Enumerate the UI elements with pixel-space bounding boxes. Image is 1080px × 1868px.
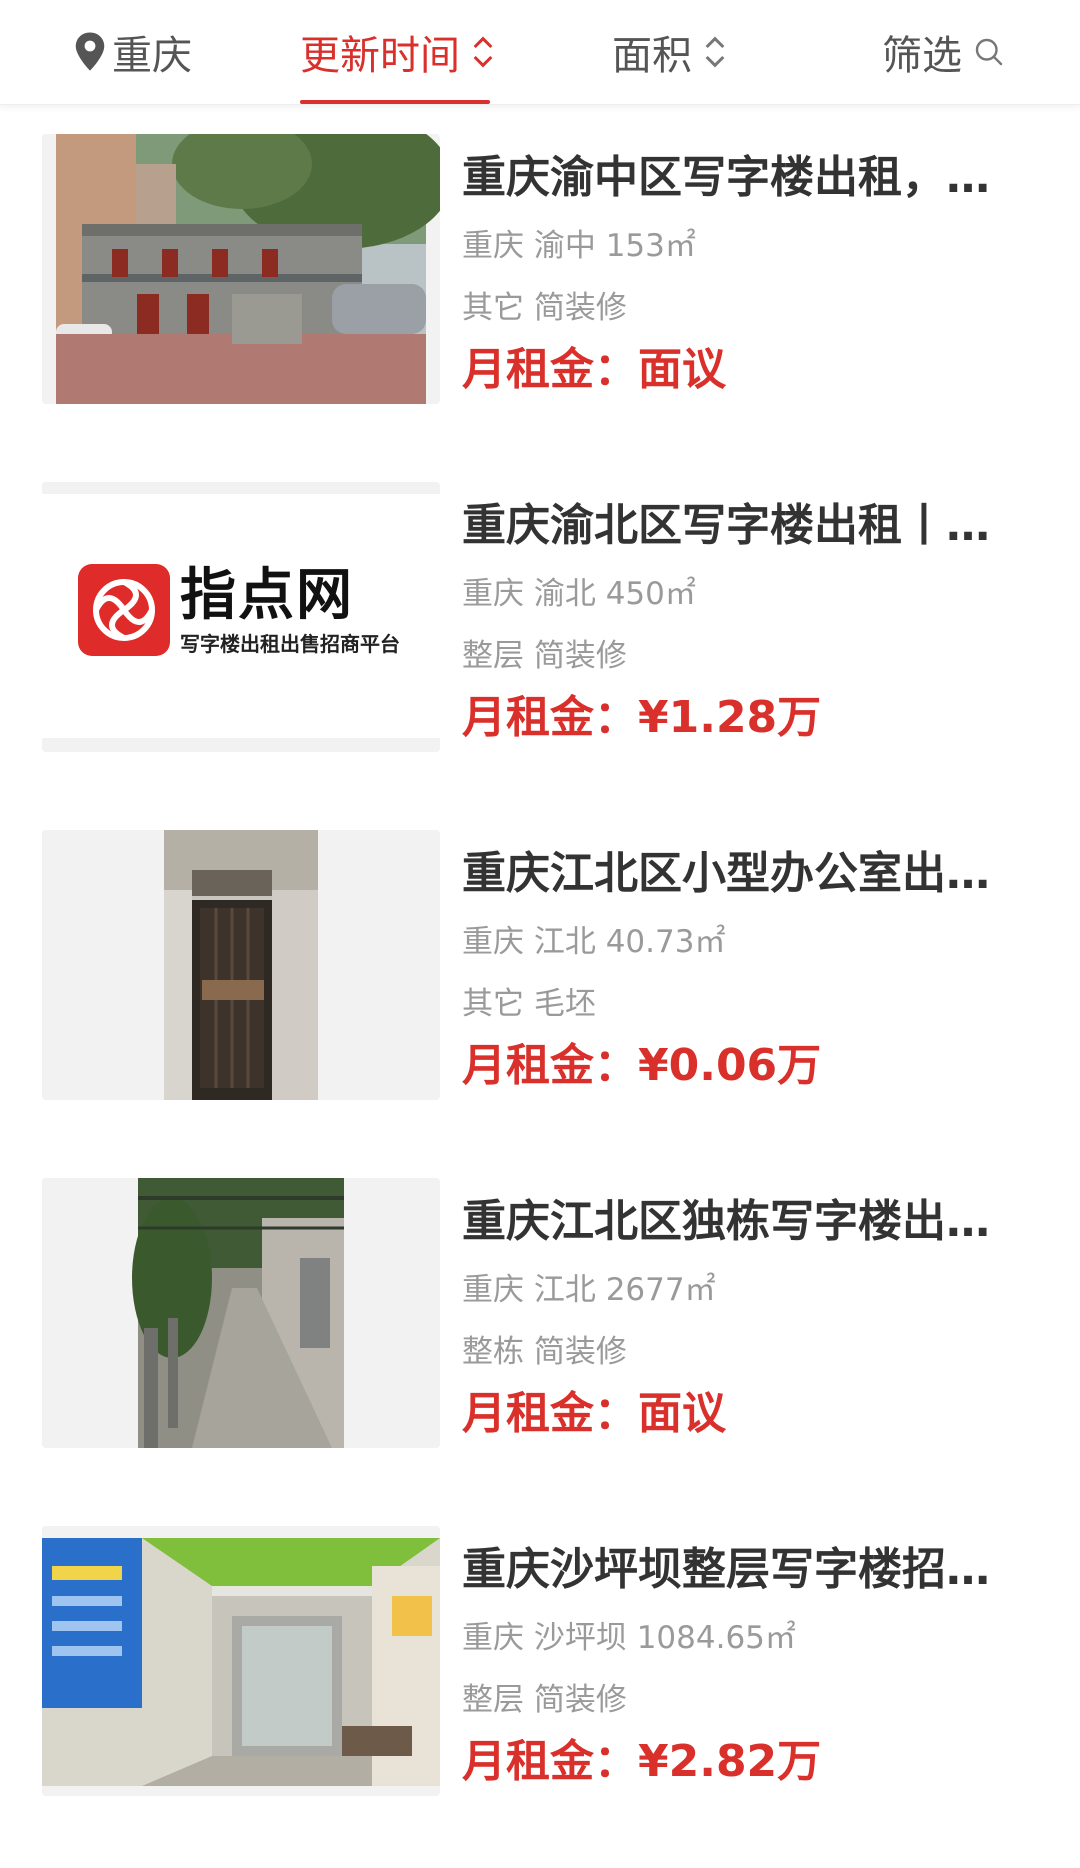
city-label: 重庆 (112, 33, 192, 79)
listing-location: 重庆 沙坪坝 1084.65㎡ (462, 1620, 796, 1656)
sort-area-label: 面积 (612, 33, 692, 79)
active-tab-indicator (300, 100, 490, 104)
listing-location: 重庆 江北 40.73㎡ (462, 924, 726, 960)
logo-tagline: 写字楼出租出售招商平台 (180, 632, 400, 656)
listing-location: 重庆 渝北 450㎡ (462, 576, 696, 612)
price-label: 月租金： (462, 692, 638, 743)
listing-card[interactable]: 重庆沙坪坝整层写字楼招… 重庆 沙坪坝 1084.65㎡ 整层 简装修 月租金：… (0, 1526, 1080, 1796)
listing-location: 重庆 渝中 153㎡ (462, 228, 696, 264)
price-value: ¥1.28万 (638, 692, 822, 743)
listing-card[interactable]: 重庆江北区小型办公室出… 重庆 江北 40.73㎡ 其它 毛坯 月租金：¥0.0… (0, 830, 1080, 1100)
listing-title: 重庆江北区独栋写字楼出… (462, 1196, 990, 1247)
logo-wordmark: 指点网 (180, 563, 354, 628)
price-label: 月租金： (462, 344, 638, 395)
sort-toggle-icon (705, 36, 725, 68)
filter-bar: 重庆 更新时间 面积 筛选 (0, 0, 1080, 105)
listing-card[interactable]: 重庆渝中区写字楼出租，… 重庆 渝中 153㎡ 其它 简装修 月租金：面议 (0, 134, 1080, 404)
sort-update-time[interactable]: 更新时间 (300, 0, 496, 104)
listing-tags: 其它 毛坯 (462, 986, 596, 1022)
price-value: 面议 (638, 344, 726, 395)
listing-photo (42, 830, 440, 1100)
city-selector[interactable]: 重庆 (72, 0, 192, 104)
listing-card[interactable]: 指点网 写字楼出租出售招商平台 重庆渝北区写字楼出租丨… 重庆 渝北 450㎡ … (0, 482, 1080, 752)
price-value: ¥2.82万 (638, 1736, 822, 1787)
listing-tags: 整层 简装修 (462, 1682, 627, 1718)
listing-price: 月租金：¥1.28万 (462, 688, 821, 748)
listing-photo (42, 1178, 440, 1448)
price-label: 月租金： (462, 1040, 638, 1091)
listing-title: 重庆江北区小型办公室出… (462, 848, 990, 899)
sort-update-time-label: 更新时间 (300, 33, 460, 79)
sort-area[interactable]: 面积 (612, 0, 728, 104)
search-icon (975, 38, 1003, 66)
listing-title: 重庆渝北区写字楼出租丨… (462, 500, 990, 551)
price-label: 月租金： (462, 1736, 638, 1787)
listing-price: 月租金：¥2.82万 (462, 1732, 821, 1792)
listing-tags: 其它 简装修 (462, 290, 627, 326)
filter-label: 筛选 (882, 33, 962, 79)
listing-title: 重庆沙坪坝整层写字楼招… (462, 1544, 990, 1595)
location-pin-icon (75, 32, 105, 71)
listing-photo: 指点网 写字楼出租出售招商平台 (42, 482, 440, 752)
price-value: ¥0.06万 (638, 1040, 822, 1091)
listing-photo (42, 1526, 440, 1796)
listing-tags: 整层 简装修 (462, 638, 627, 674)
listing-price: 月租金：面议 (462, 1384, 726, 1444)
listing-photo (42, 134, 440, 404)
listing-price: 月租金：面议 (462, 340, 726, 400)
filter-button[interactable]: 筛选 (882, 0, 1004, 104)
zhidian-logo-icon (78, 564, 170, 656)
listing-price: 月租金：¥0.06万 (462, 1036, 821, 1096)
sort-toggle-icon (473, 36, 493, 68)
listing-tags: 整栋 简装修 (462, 1334, 627, 1370)
listing-title: 重庆渝中区写字楼出租，… (462, 152, 990, 203)
listing-location: 重庆 江北 2677㎡ (462, 1272, 716, 1308)
price-label: 月租金： (462, 1388, 638, 1439)
price-value: 面议 (638, 1388, 726, 1439)
listing-card[interactable]: 重庆江北区独栋写字楼出… 重庆 江北 2677㎡ 整栋 简装修 月租金：面议 (0, 1178, 1080, 1448)
